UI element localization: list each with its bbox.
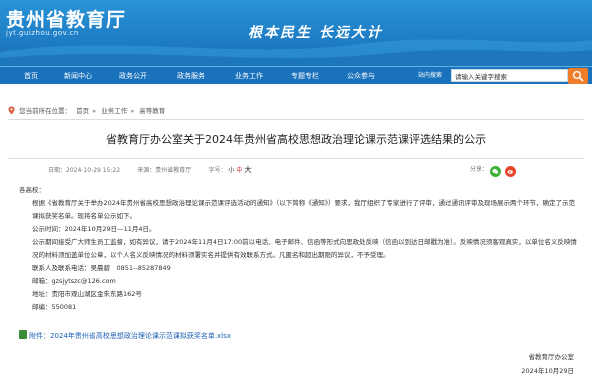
paragraph-intro: 根据《省教育厅关于举办2024年贵州省高校思想政治理论课示范课评选活动的通知》（…	[32, 199, 576, 220]
divider	[8, 119, 584, 120]
nav-item-participation[interactable]: 公众参与	[339, 67, 383, 85]
search-button[interactable]	[568, 68, 588, 84]
weibo-icon	[507, 170, 513, 174]
signer: 省教育厅办公室	[528, 353, 575, 361]
breadcrumb-prefix: 您当前所在位置：	[19, 107, 72, 115]
article-source: 来源：贵州省教育厅	[137, 167, 192, 174]
search-label: 站内搜索	[418, 72, 443, 79]
email-line: 邮箱：gzsjytszc@126.com	[32, 277, 116, 285]
breadcrumb-separator: »	[130, 107, 135, 115]
address-line: 地址：贵阳市观山湖区金朱东路162号	[32, 290, 142, 298]
nav-item-gov-service[interactable]: 政务服务	[169, 67, 213, 85]
breadcrumb-business[interactable]: 业务工作	[101, 107, 127, 115]
article-body: 各高校： 根据《省教育厅关于举办2024年贵州省高校思想政治理论课示范课评选活动…	[19, 184, 579, 314]
search-icon	[572, 70, 584, 82]
wechat-icon	[492, 169, 499, 174]
paragraph-notice: 公示期间接受广大师生员工监督，如有异议，请于2024年11月4日17:00前以电…	[32, 238, 577, 259]
excel-file-icon	[19, 330, 27, 339]
contact-line: 联系人及联系电话：吴晨碧 0851--85287849	[32, 264, 171, 272]
article-title: 省教育厅办公室关于2024年贵州省高校思想政治理论课示范课评选结果的公示	[106, 133, 486, 146]
breadcrumb-higher-edu[interactable]: 高等教育	[139, 107, 165, 115]
breadcrumb: 您当前所在位置： 首页» 业务工作» 高等教育	[8, 106, 168, 116]
sign-date: 2024年10月29日	[521, 367, 574, 375]
article-date: 日期：2024-10-29 15:22	[48, 167, 121, 174]
site-slogan: 根本民生 长远大计	[248, 25, 383, 41]
wechat-share-button[interactable]	[490, 166, 501, 177]
main-nav: 首页 新闻中心 政务公开 政务服务 业务工作 专题专栏 公众参与 站内搜索	[0, 66, 592, 84]
nav-item-home[interactable]: 首页	[14, 67, 48, 85]
share-label: 分享：	[470, 166, 489, 173]
font-size-small[interactable]: 小	[228, 167, 234, 174]
attachment-label[interactable]: 附件：2024年贵州省高校思想政治理论课示范课拟获奖名单.xlsx	[29, 332, 231, 340]
divider	[8, 158, 584, 159]
paragraph-period: 公示时间：2024年10月29日—11月4日。	[32, 225, 156, 233]
site-title[interactable]: 贵州省教育厅	[6, 5, 126, 32]
greeting: 各高校：	[19, 186, 45, 194]
nav-item-business[interactable]: 业务工作	[227, 67, 271, 85]
breadcrumb-separator: »	[92, 107, 97, 115]
font-size-label: 字号：	[208, 167, 227, 174]
article-meta: 日期：2024-10-29 15:22 来源：贵州省教育厅 字号： 小 中 大	[48, 165, 252, 175]
font-size-large[interactable]: 大	[244, 165, 252, 174]
nav-item-gov-info[interactable]: 政务公开	[111, 67, 155, 85]
location-icon	[8, 106, 15, 115]
postcode-line: 邮编：550081	[32, 303, 77, 311]
nav-item-news[interactable]: 新闻中心	[56, 67, 100, 85]
site-url: jyt.guizhou.gov.cn	[6, 29, 79, 37]
breadcrumb-home[interactable]: 首页	[76, 107, 89, 115]
weibo-share-button[interactable]	[505, 166, 516, 177]
site-header: 贵州省教育厅 jyt.guizhou.gov.cn 根本民生 长远大计	[0, 0, 592, 66]
search-input[interactable]	[451, 69, 568, 82]
attachment-link[interactable]: 附件：2024年贵州省高校思想政治理论课示范课拟获奖名单.xlsx	[19, 330, 231, 342]
nav-item-topics[interactable]: 专题专栏	[283, 67, 327, 85]
font-size-medium[interactable]: 中	[236, 167, 242, 174]
